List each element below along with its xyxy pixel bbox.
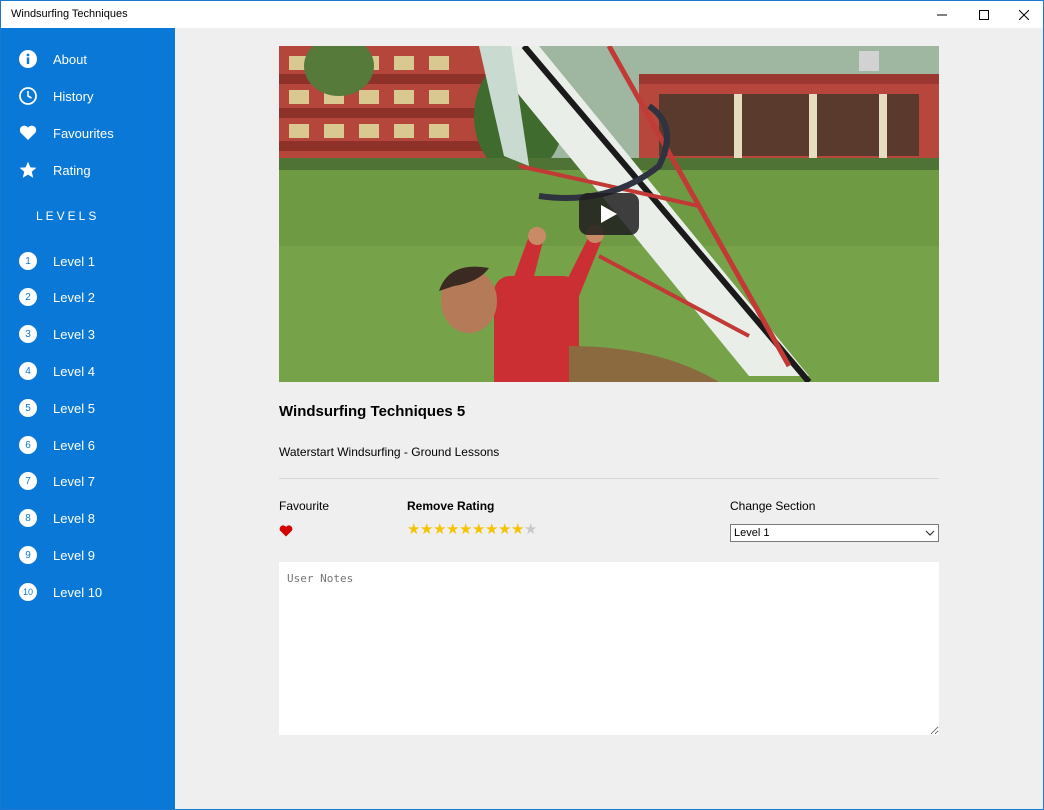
close-button[interactable] [1001,1,1043,28]
heart-icon [18,123,38,143]
sidebar-item-label: Level 6 [53,437,95,453]
play-icon [601,205,617,223]
sidebar-item-label: Level 10 [53,584,103,600]
rating-star-7[interactable]: ★ [485,522,498,538]
minimize-icon [936,14,947,15]
sidebar-item-label: Level 1 [53,253,95,269]
sidebar-item-about[interactable]: About [1,42,175,76]
rating-star-10[interactable]: ★ [524,522,537,538]
sidebar-item-rating[interactable]: Rating [1,153,175,187]
sidebar-item-label: About [53,51,87,67]
number-4-icon: 4 [18,361,38,381]
sidebar-item-label: Favourites [53,125,114,141]
change-section-label: Change Section [730,499,816,513]
rating-star-8[interactable]: ★ [498,522,511,538]
heart-icon [279,525,293,537]
rating-star-6[interactable]: ★ [472,522,485,538]
sidebar-item-label: Level 8 [53,510,95,526]
number-7-icon: 7 [18,471,38,491]
sidebar-item-level-5[interactable]: 5 Level 5 [1,391,175,425]
sidebar-item-label: Level 4 [53,363,95,379]
play-button[interactable] [579,193,639,235]
sidebar-item-label: Level 9 [53,547,95,563]
sidebar-item-label: Rating [53,162,91,178]
rating-star-2[interactable]: ★ [420,522,433,538]
sidebar-item-level-8[interactable]: 8 Level 8 [1,501,175,535]
star-icon [18,160,38,180]
sidebar-item-level-1[interactable]: 1 Level 1 [1,244,175,278]
video-subtitle: Waterstart Windsurfing - Ground Lessons [279,445,500,459]
sidebar-item-level-10[interactable]: 10 Level 10 [1,575,175,609]
favourite-toggle[interactable] [279,524,293,537]
maximize-button[interactable] [961,1,1006,28]
rating-star-5[interactable]: ★ [459,522,472,538]
divider [279,478,939,479]
sidebar-item-level-2[interactable]: 2 Level 2 [1,280,175,314]
number-10-icon: 10 [18,582,38,602]
window-title: Windsurfing Techniques [11,8,128,20]
rating-star-9[interactable]: ★ [511,522,524,538]
section-select-value: Level 1 [734,527,770,539]
rating-star-1[interactable]: ★ [407,522,420,538]
number-6-icon: 6 [18,435,38,455]
sidebar-item-label: Level 7 [53,473,95,489]
number-8-icon: 8 [18,508,38,528]
rating-stars[interactable]: ★ ★ ★ ★ ★ ★ ★ ★ ★ ★ [407,522,537,538]
sidebar: About History Favourites Rating LEVELS 1… [1,28,175,809]
info-icon [18,49,38,69]
video-title: Windsurfing Techniques 5 [279,403,466,420]
sidebar-item-label: Level 2 [53,289,95,305]
sidebar-item-favourites[interactable]: Favourites [1,116,175,150]
sidebar-item-level-7[interactable]: 7 Level 7 [1,464,175,498]
app-window: Windsurfing Techniques About History Fav… [0,0,1044,810]
minimize-button[interactable] [919,1,964,28]
number-3-icon: 3 [18,324,38,344]
number-5-icon: 5 [18,398,38,418]
title-bar: Windsurfing Techniques [1,1,1043,28]
close-icon [1018,9,1029,20]
video-player[interactable] [279,46,939,382]
sidebar-item-label: Level 3 [53,326,95,342]
section-select[interactable]: Level 1 [730,524,939,542]
user-notes-input[interactable] [279,562,939,735]
remove-rating-button[interactable]: Remove Rating [407,499,494,513]
favourite-label: Favourite [279,499,330,513]
sidebar-item-label: History [53,88,94,104]
number-1-icon: 1 [18,251,38,271]
sidebar-item-label: Level 5 [53,400,95,416]
sidebar-item-level-9[interactable]: 9 Level 9 [1,538,175,572]
sidebar-item-level-6[interactable]: 6 Level 6 [1,428,175,462]
maximize-icon [978,9,989,20]
number-2-icon: 2 [18,287,38,307]
levels-heading: LEVELS [36,209,100,223]
main-content: Windsurfing Techniques 5 Waterstart Wind… [175,28,1043,809]
rating-star-3[interactable]: ★ [433,522,446,538]
sidebar-item-history[interactable]: History [1,79,175,113]
sidebar-item-level-3[interactable]: 3 Level 3 [1,317,175,351]
clock-icon [18,86,38,106]
rating-star-4[interactable]: ★ [446,522,459,538]
sidebar-item-level-4[interactable]: 4 Level 4 [1,354,175,388]
number-9-icon: 9 [18,545,38,565]
chevron-down-icon [925,530,935,536]
